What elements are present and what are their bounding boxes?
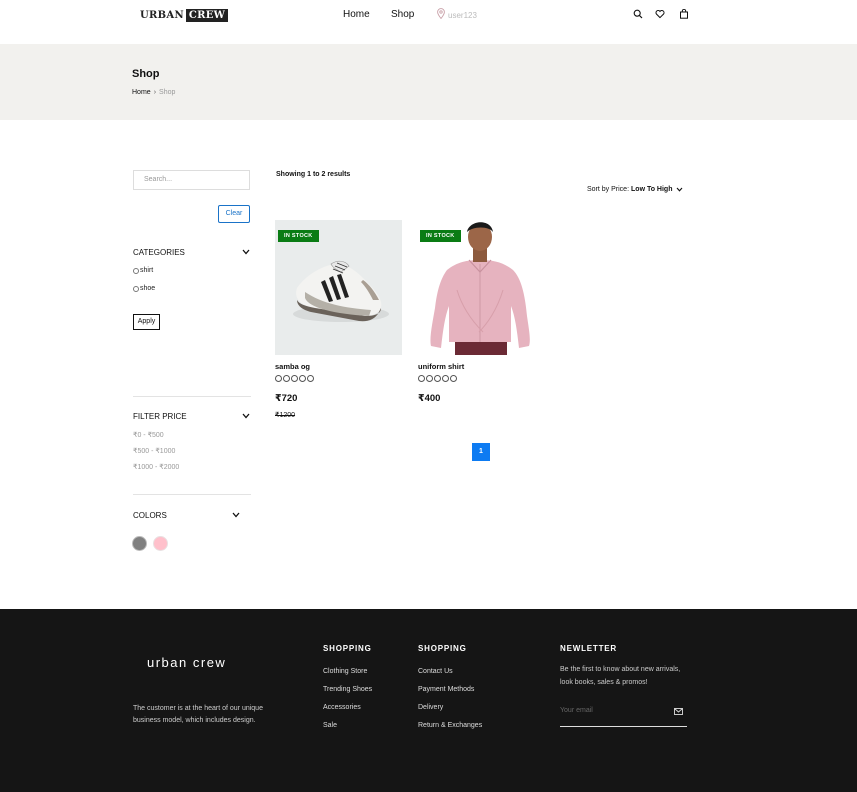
star-icon <box>291 375 298 382</box>
stock-badge: IN STOCK <box>420 230 461 242</box>
heart-icon[interactable] <box>655 9 665 19</box>
chevron-down-icon[interactable] <box>242 413 250 419</box>
chevron-down-icon <box>676 187 682 192</box>
nav-shop-link[interactable]: Shop <box>391 9 414 20</box>
footer-link-accessories[interactable]: Accessories <box>323 704 361 711</box>
footer-column-heading: SHOPPING <box>418 644 467 653</box>
footer-link-delivery[interactable]: Delivery <box>418 704 443 711</box>
star-icon <box>450 375 457 382</box>
footer-link-sale[interactable]: Sale <box>323 722 337 729</box>
sort-label: Sort by Price: <box>587 186 630 193</box>
apply-button[interactable]: Apply <box>133 314 160 330</box>
product-name[interactable]: samba og <box>275 362 310 371</box>
page-header-banner: Shop Home › Shop <box>0 44 857 120</box>
page-title: Shop <box>132 68 160 80</box>
logo-word-crew: CREW <box>185 9 229 22</box>
product-old-price: ₹1200 <box>275 412 296 419</box>
star-icon <box>275 375 282 382</box>
footer-link-contact-us[interactable]: Contact Us <box>418 668 453 675</box>
username: user123 <box>448 11 477 20</box>
breadcrumb-separator: › <box>153 89 157 96</box>
email-placeholder: Your email <box>560 707 593 714</box>
site-footer: urban crew The customer is at the heart … <box>0 609 857 792</box>
breadcrumb-current: Shop <box>159 89 176 96</box>
divider <box>133 396 251 397</box>
search-icon[interactable] <box>633 9 643 19</box>
footer-logo[interactable]: urban crew <box>147 655 226 670</box>
rating-stars <box>418 375 458 382</box>
star-icon <box>442 375 449 382</box>
star-icon <box>299 375 306 382</box>
star-icon <box>434 375 441 382</box>
product-name[interactable]: uniform shirt <box>418 362 464 371</box>
category-option-shirt[interactable]: shirt <box>133 267 153 274</box>
footer-description: The customer is at the heart of our uniq… <box>133 705 263 724</box>
envelope-icon[interactable] <box>674 708 683 715</box>
divider <box>133 494 251 495</box>
footer-link-trending-shoes[interactable]: Trending Shoes <box>323 686 372 693</box>
category-label: shirt <box>140 267 154 274</box>
product-price: ₹720 <box>275 393 298 404</box>
site-header: URBAN CREW Home Shop user123 <box>0 0 857 44</box>
breadcrumb-home-link[interactable]: Home <box>132 89 151 96</box>
color-swatch-gray[interactable] <box>132 536 147 551</box>
radio-button[interactable] <box>133 267 139 274</box>
brand-logo[interactable]: URBAN CREW <box>140 9 229 22</box>
stock-badge: IN STOCK <box>278 230 319 242</box>
colors-heading: COLORS <box>133 511 167 520</box>
footer-link-payment-methods[interactable]: Payment Methods <box>418 686 474 693</box>
newsletter-text: Be the first to know about new arrivals,… <box>560 666 681 686</box>
nav-home-link[interactable]: Home <box>343 9 370 20</box>
search-input[interactable]: Search... <box>133 170 250 190</box>
newsletter-email-input[interactable]: Your email <box>560 707 687 727</box>
pagination-page-1[interactable]: 1 <box>472 443 490 461</box>
star-icon <box>307 375 314 382</box>
footer-link-clothing-store[interactable]: Clothing Store <box>323 668 367 675</box>
chevron-down-icon[interactable] <box>232 512 240 518</box>
color-swatch-pink[interactable] <box>153 536 168 551</box>
rating-stars <box>275 375 315 382</box>
product-price: ₹400 <box>418 393 441 404</box>
chevron-down-icon[interactable] <box>242 249 250 255</box>
categories-heading: CATEGORIES <box>133 248 185 257</box>
star-icon <box>426 375 433 382</box>
results-count: Showing 1 to 2 results <box>276 171 351 178</box>
sort-dropdown[interactable]: Sort by Price: Low To High <box>587 186 683 193</box>
price-range-500-1000[interactable]: ₹500 - ₹1000 <box>133 447 175 455</box>
filter-price-heading: FILTER PRICE <box>133 412 187 421</box>
footer-column-heading: SHOPPING <box>323 644 372 653</box>
logo-word-urban: URBAN <box>140 10 184 21</box>
clear-button[interactable]: Clear <box>218 205 250 223</box>
star-icon <box>283 375 290 382</box>
price-range-1000-2000[interactable]: ₹1000 - ₹2000 <box>133 463 179 471</box>
price-range-0-500[interactable]: ₹0 - ₹500 <box>133 431 164 439</box>
star-icon <box>418 375 425 382</box>
breadcrumb: Home › Shop <box>132 89 175 96</box>
location-pin-icon <box>437 7 445 19</box>
category-option-shoe[interactable]: shoe <box>133 285 155 292</box>
bag-icon[interactable] <box>679 9 689 19</box>
category-label: shoe <box>140 285 156 292</box>
radio-button[interactable] <box>133 285 139 292</box>
user-account[interactable]: user123 <box>437 6 477 20</box>
footer-link-return-exchanges[interactable]: Return & Exchanges <box>418 722 482 729</box>
sort-value: Low To High <box>631 186 673 193</box>
newsletter-heading: NEWLETTER <box>560 644 617 653</box>
